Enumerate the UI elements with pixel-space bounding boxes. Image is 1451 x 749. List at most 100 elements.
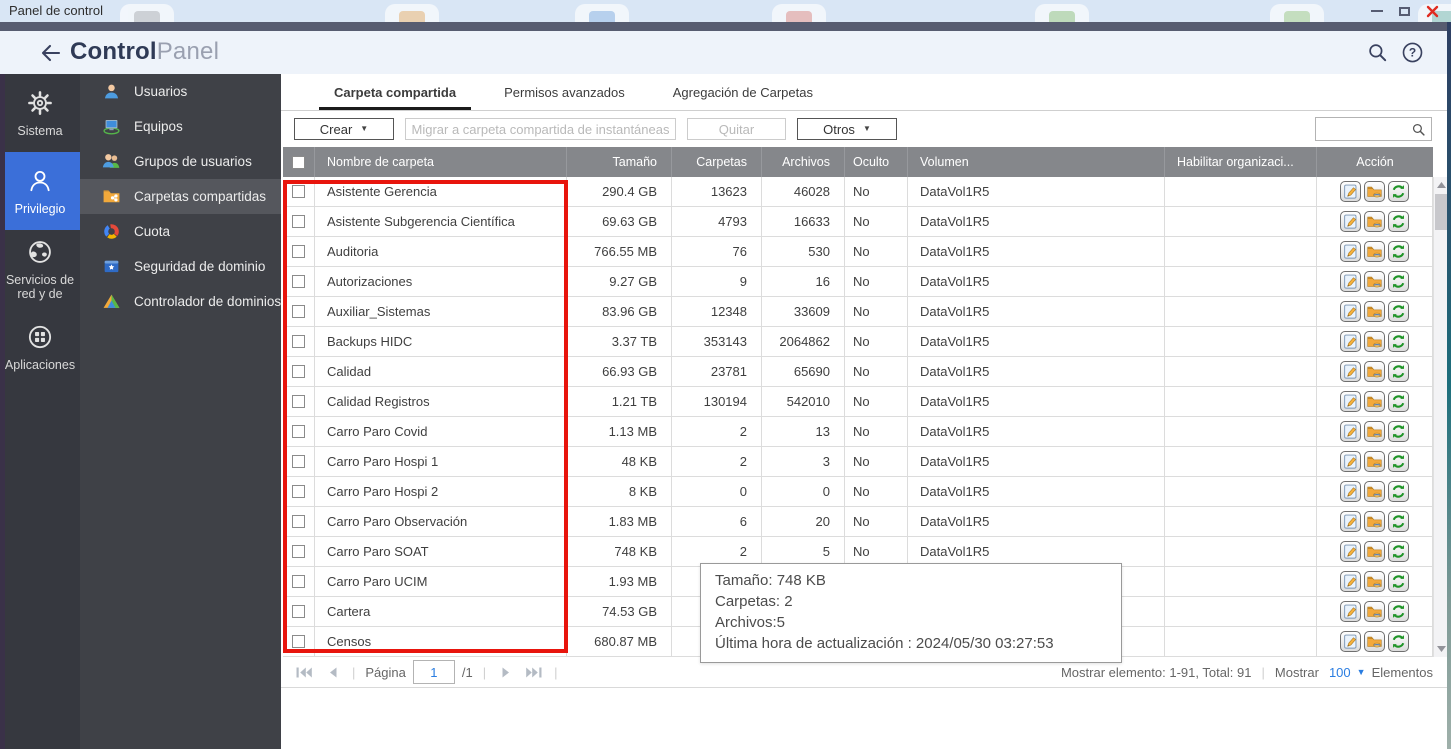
- row-checkbox[interactable]: [292, 515, 305, 528]
- column-header-volume[interactable]: Volumen: [908, 147, 1165, 177]
- migrate-button[interactable]: Migrar a carpeta compartida de instantán…: [405, 118, 676, 140]
- row-checkbox[interactable]: [292, 245, 305, 258]
- column-header-name[interactable]: Nombre de carpeta: [315, 147, 567, 177]
- permissions-button[interactable]: [1364, 301, 1385, 322]
- refresh-button[interactable]: [1388, 271, 1409, 292]
- refresh-button[interactable]: [1388, 331, 1409, 352]
- edit-button[interactable]: [1340, 271, 1361, 292]
- refresh-button[interactable]: [1388, 391, 1409, 412]
- table-row[interactable]: Auxiliar_Sistemas 83.96 GB 12348 33609 N…: [283, 297, 1433, 327]
- select-all-checkbox[interactable]: [292, 155, 305, 169]
- permissions-button[interactable]: [1364, 631, 1385, 652]
- row-checkbox[interactable]: [292, 365, 305, 378]
- row-checkbox[interactable]: [292, 305, 305, 318]
- permissions-button[interactable]: [1364, 211, 1385, 232]
- sidebar-item-seguridad-dominio[interactable]: Seguridad de dominio: [80, 249, 281, 284]
- row-checkbox[interactable]: [292, 185, 305, 198]
- refresh-button[interactable]: [1388, 301, 1409, 322]
- help-icon[interactable]: ?: [1401, 41, 1424, 64]
- first-page-button[interactable]: [294, 662, 314, 682]
- back-arrow-icon[interactable]: [38, 40, 64, 66]
- minimize-button[interactable]: [1371, 9, 1383, 13]
- row-checkbox[interactable]: [292, 455, 305, 468]
- prev-page-button[interactable]: [322, 662, 342, 682]
- permissions-button[interactable]: [1364, 511, 1385, 532]
- edit-button[interactable]: [1340, 541, 1361, 562]
- permissions-button[interactable]: [1364, 421, 1385, 442]
- refresh-button[interactable]: [1388, 511, 1409, 532]
- column-header-action[interactable]: Acción: [1317, 147, 1433, 177]
- refresh-button[interactable]: [1388, 601, 1409, 622]
- permissions-button[interactable]: [1364, 361, 1385, 382]
- refresh-button[interactable]: [1388, 541, 1409, 562]
- table-row[interactable]: Auditoria 766.55 MB 76 530 No DataVol1R5: [283, 237, 1433, 267]
- chevron-down-icon[interactable]: ▼: [1357, 667, 1366, 677]
- tab-permisos-avanzados[interactable]: Permisos avanzados: [489, 85, 640, 110]
- refresh-button[interactable]: [1388, 421, 1409, 442]
- sidebar-item-carpetas-compartidas[interactable]: Carpetas compartidas: [80, 179, 281, 214]
- create-button[interactable]: Crear ▼: [294, 118, 394, 140]
- edit-button[interactable]: [1340, 361, 1361, 382]
- row-checkbox[interactable]: [292, 485, 305, 498]
- row-checkbox[interactable]: [292, 635, 305, 648]
- permissions-button[interactable]: [1364, 331, 1385, 352]
- row-checkbox[interactable]: [292, 545, 305, 558]
- row-checkbox[interactable]: [292, 215, 305, 228]
- column-header-size[interactable]: Tamaño: [567, 147, 672, 177]
- edit-button[interactable]: [1340, 601, 1361, 622]
- permissions-button[interactable]: [1364, 451, 1385, 472]
- edit-button[interactable]: [1340, 421, 1361, 442]
- permissions-button[interactable]: [1364, 391, 1385, 412]
- maximize-button[interactable]: [1399, 6, 1410, 16]
- sidebar-item-cuota[interactable]: Cuota: [80, 214, 281, 249]
- permissions-button[interactable]: [1364, 181, 1385, 202]
- edit-button[interactable]: [1340, 391, 1361, 412]
- sidebar-item-usuarios[interactable]: Usuarios: [80, 74, 281, 109]
- sidebar-item-grupos[interactable]: Grupos de usuarios: [80, 144, 281, 179]
- refresh-button[interactable]: [1388, 361, 1409, 382]
- edit-button[interactable]: [1340, 451, 1361, 472]
- edit-button[interactable]: [1340, 331, 1361, 352]
- table-row[interactable]: Carro Paro Covid 1.13 MB 2 13 No DataVol…: [283, 417, 1433, 447]
- row-checkbox[interactable]: [292, 425, 305, 438]
- tab-carpeta-compartida[interactable]: Carpeta compartida: [319, 85, 472, 110]
- table-search-input[interactable]: [1316, 119, 1411, 139]
- sidebar-section-servicios[interactable]: Servicios de red y de: [0, 230, 80, 308]
- scroll-up-arrow[interactable]: [1434, 178, 1448, 192]
- others-button[interactable]: Otros ▼: [797, 118, 897, 140]
- table-row[interactable]: Asistente Gerencia 290.4 GB 13623 46028 …: [283, 177, 1433, 207]
- permissions-button[interactable]: [1364, 481, 1385, 502]
- refresh-button[interactable]: [1388, 481, 1409, 502]
- table-row[interactable]: Calidad Registros 1.21 TB 130194 542010 …: [283, 387, 1433, 417]
- edit-button[interactable]: [1340, 241, 1361, 262]
- remove-button[interactable]: Quitar: [687, 118, 786, 140]
- page-size-value[interactable]: 100: [1329, 665, 1351, 680]
- table-row[interactable]: Backups HIDC 3.37 TB 353143 2064862 No D…: [283, 327, 1433, 357]
- last-page-button[interactable]: [524, 662, 544, 682]
- close-button[interactable]: [1426, 5, 1439, 18]
- refresh-button[interactable]: [1388, 451, 1409, 472]
- table-row[interactable]: Autorizaciones 9.27 GB 9 16 No DataVol1R…: [283, 267, 1433, 297]
- sidebar-section-aplicaciones[interactable]: Aplicaciones: [0, 308, 80, 386]
- table-row[interactable]: Calidad 66.93 GB 23781 65690 No DataVol1…: [283, 357, 1433, 387]
- row-checkbox[interactable]: [292, 575, 305, 588]
- table-row[interactable]: Asistente Subgerencia Científica 69.63 G…: [283, 207, 1433, 237]
- search-icon[interactable]: [1366, 41, 1389, 64]
- edit-button[interactable]: [1340, 481, 1361, 502]
- column-header-files[interactable]: Archivos: [762, 147, 845, 177]
- permissions-button[interactable]: [1364, 601, 1385, 622]
- edit-button[interactable]: [1340, 181, 1361, 202]
- edit-button[interactable]: [1340, 571, 1361, 592]
- refresh-button[interactable]: [1388, 181, 1409, 202]
- sidebar-section-privilegio[interactable]: Privilegio: [0, 152, 80, 230]
- row-checkbox[interactable]: [292, 335, 305, 348]
- next-page-button[interactable]: [496, 662, 516, 682]
- refresh-button[interactable]: [1388, 631, 1409, 652]
- table-row[interactable]: Carro Paro Observación 1.83 MB 6 20 No D…: [283, 507, 1433, 537]
- row-checkbox[interactable]: [292, 275, 305, 288]
- sidebar-section-sistema[interactable]: Sistema: [0, 74, 80, 152]
- row-checkbox[interactable]: [292, 605, 305, 618]
- column-header-organize[interactable]: Habilitar organizaci...: [1165, 147, 1317, 177]
- edit-button[interactable]: [1340, 301, 1361, 322]
- scrollbar-thumb[interactable]: [1435, 194, 1447, 230]
